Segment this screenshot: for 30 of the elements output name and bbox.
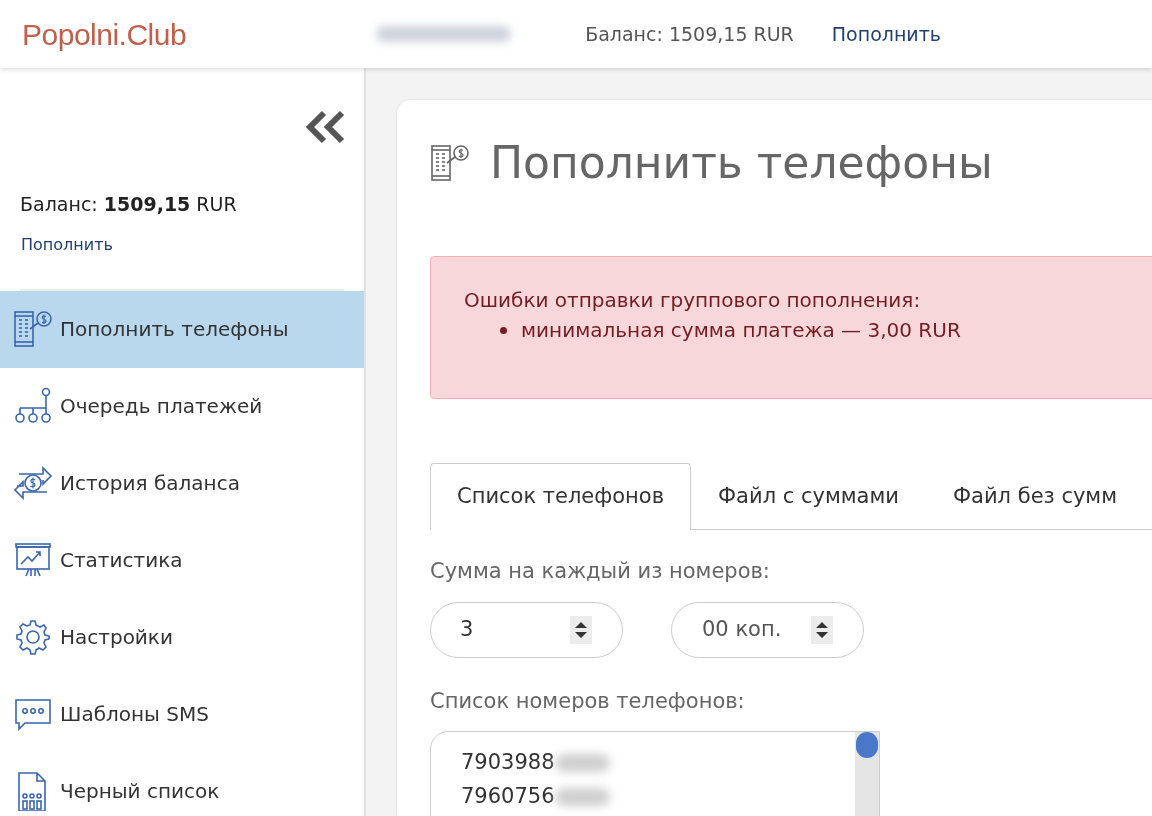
logo[interactable]: Popolni.Club bbox=[22, 11, 187, 57]
spinner-icon[interactable] bbox=[570, 615, 592, 644]
phones-label: Список номеров телефонов: bbox=[430, 687, 746, 715]
phones-textarea[interactable]: 7903988 7960756 bbox=[430, 731, 880, 816]
sidebar-balance: Баланс: 1509,15 RUR bbox=[20, 192, 238, 217]
header-topup-link[interactable]: Пополнить bbox=[831, 19, 941, 49]
phone-dollar-icon bbox=[430, 143, 470, 183]
collapse-icon[interactable] bbox=[304, 110, 346, 144]
page-title: Пополнить телефоны bbox=[490, 136, 993, 190]
hierarchy-icon bbox=[13, 386, 53, 426]
settings-icon bbox=[13, 617, 53, 657]
blurred-digits bbox=[554, 788, 610, 806]
blurred-digits bbox=[554, 754, 610, 772]
exchange-icon bbox=[13, 463, 53, 503]
header-balance: Баланс: 1509,15 RUR bbox=[585, 21, 794, 47]
sidebar-topup-link[interactable]: Пополнить bbox=[21, 232, 113, 257]
sidebar-item[interactable]: Пополнить телефоны bbox=[0, 290, 364, 368]
scrollbar-thumb[interactable] bbox=[856, 732, 878, 758]
scrollbar[interactable] bbox=[855, 732, 879, 816]
alert-title: Ошибки отправки группового пополнения: bbox=[464, 287, 922, 314]
phone-dollar-icon bbox=[13, 309, 53, 349]
tab[interactable]: Файл без сумм bbox=[926, 463, 1145, 530]
phone-number: 7960756 bbox=[461, 783, 555, 811]
spinner-icon[interactable] bbox=[811, 615, 833, 644]
alert-item: минимальная сумма платежа — 3,00 RUR bbox=[521, 317, 961, 344]
tab[interactable]: Файл с суммами bbox=[691, 463, 926, 530]
bullet-icon bbox=[500, 326, 507, 334]
amount-label: Сумма на каждый из номеров: bbox=[430, 558, 771, 585]
phone-number: 7903988 bbox=[461, 749, 555, 777]
tab[interactable]: Список телефонов bbox=[430, 463, 692, 530]
